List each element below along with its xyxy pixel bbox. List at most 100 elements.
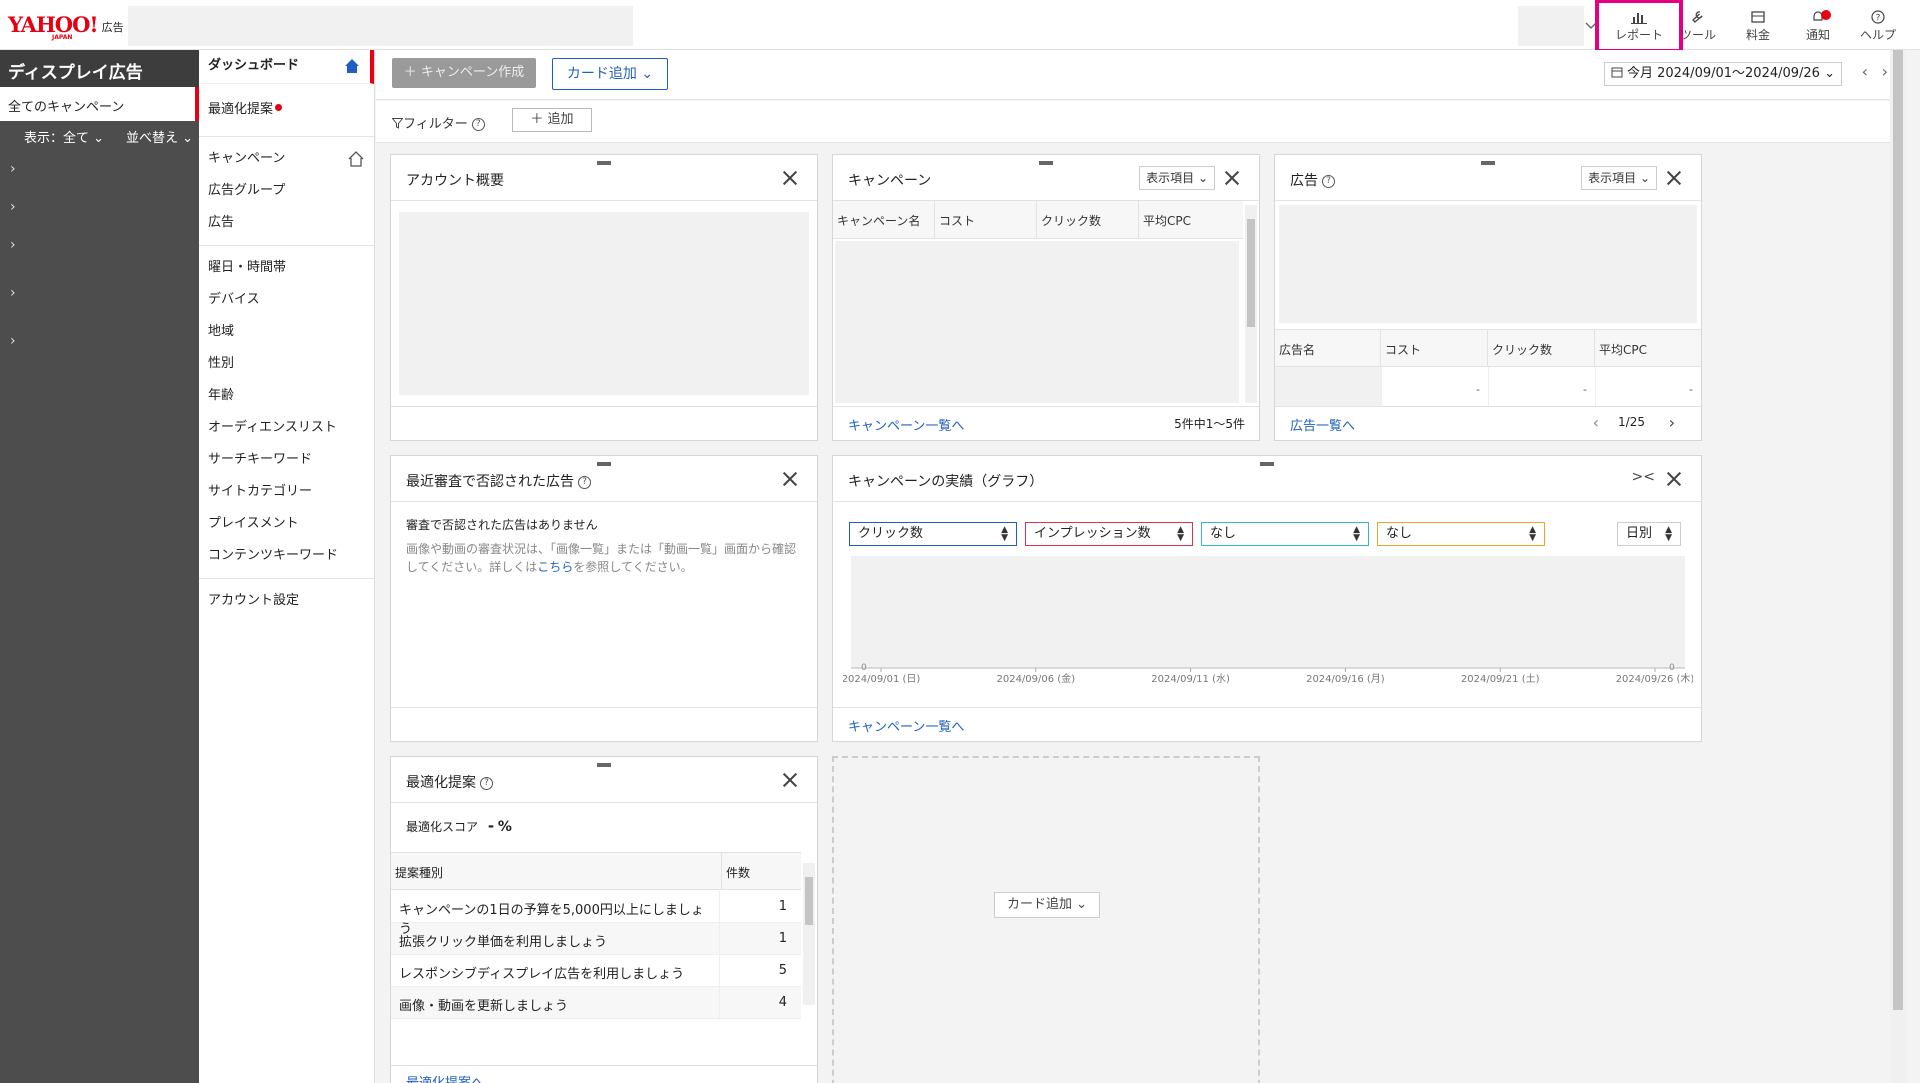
column-header[interactable]: クリック数 bbox=[1488, 330, 1595, 366]
help-icon[interactable]: ? bbox=[471, 118, 485, 131]
table-scrollbar[interactable] bbox=[1245, 205, 1257, 403]
nav-billing[interactable]: 料金 bbox=[1728, 8, 1788, 46]
optimization-link[interactable]: 最適化提案へ bbox=[406, 1072, 484, 1083]
prev-period-button[interactable]: ‹ bbox=[1862, 62, 1868, 81]
user-menu[interactable] bbox=[1518, 6, 1584, 46]
campaign-row[interactable]: › bbox=[0, 189, 199, 227]
campaign-list-link[interactable]: キャンペーン一覧へ bbox=[848, 716, 964, 735]
table-scrollbar[interactable] bbox=[803, 863, 815, 1005]
help-link[interactable]: こちら bbox=[537, 560, 573, 574]
nav-tools-label: ツール bbox=[1679, 28, 1716, 42]
column-header[interactable]: 平均CPC bbox=[1139, 201, 1243, 238]
interval-select[interactable]: 日別 ▲ ▼ bbox=[1617, 522, 1681, 546]
next-page-button[interactable]: › bbox=[1669, 413, 1675, 432]
suggestion-count: 1 bbox=[719, 891, 797, 922]
nav-notifications[interactable]: 通知 bbox=[1788, 8, 1848, 46]
subnav-region[interactable]: 地域 bbox=[199, 316, 374, 348]
suggestion-count: 1 bbox=[719, 923, 797, 954]
filter-toggle[interactable]: フィルター? bbox=[391, 113, 485, 132]
sort-dropdown[interactable]: 並べ替え ⌄ bbox=[126, 127, 193, 151]
account-selector[interactable] bbox=[128, 6, 633, 46]
subnav-adgroup[interactable]: 広告グループ bbox=[199, 175, 374, 207]
subnav-dayparting[interactable]: 曜日・時間帯 bbox=[199, 252, 374, 284]
subnav-account-settings[interactable]: アカウント設定 bbox=[199, 585, 374, 617]
x-axis-tick-label: 2024/09/21 (土) bbox=[1461, 672, 1540, 685]
subnav-campaign[interactable]: キャンペーン bbox=[199, 143, 374, 175]
sort-arrows-icon: ▲ ▼ bbox=[1177, 525, 1184, 543]
metric2-select[interactable]: インプレッション数 ▲ ▼ bbox=[1025, 522, 1193, 546]
subnav-optimization[interactable]: 最適化提案 bbox=[199, 94, 374, 126]
nav-help[interactable]: ? ヘルプ bbox=[1848, 8, 1908, 46]
view-filter-dropdown[interactable]: 表示：全て ⌄ bbox=[24, 127, 104, 151]
metric4-select[interactable]: なし ▲ ▼ bbox=[1377, 522, 1545, 546]
date-range-selector[interactable]: 今月 2024/09/01～2024/09/26 ⌄ bbox=[1603, 62, 1842, 86]
close-icon[interactable] bbox=[783, 773, 797, 787]
close-icon[interactable] bbox=[1667, 171, 1681, 185]
table-row[interactable]: キャンペーンの1日の予算を5,000円以上にしましょう 1 bbox=[391, 891, 801, 937]
subnav-dashboard[interactable]: ダッシュボード bbox=[199, 50, 374, 84]
subnav-site-category[interactable]: サイトカテゴリー bbox=[199, 476, 374, 508]
table-row[interactable]: 拡張クリック単価を利用しましょう 1 bbox=[391, 923, 801, 955]
filter-bar: フィルター? ＋ 追加 bbox=[376, 101, 1906, 143]
subnav-placement[interactable]: プレイスメント bbox=[199, 508, 374, 540]
campaign-row[interactable]: › bbox=[0, 227, 199, 275]
close-icon[interactable] bbox=[783, 472, 797, 486]
add-filter-button[interactable]: ＋ 追加 bbox=[512, 108, 592, 132]
account-summary-placeholder bbox=[399, 212, 809, 395]
close-icon[interactable] bbox=[1667, 472, 1681, 486]
help-icon[interactable]: ? bbox=[578, 475, 591, 489]
subnav-audience[interactable]: オーディエンスリスト bbox=[199, 412, 374, 444]
campaign-row[interactable]: › bbox=[0, 275, 199, 323]
column-header[interactable]: 広告名 bbox=[1275, 330, 1381, 366]
score-value: - bbox=[487, 817, 495, 835]
display-items-dropdown[interactable]: 表示項目 ⌄ bbox=[1139, 166, 1215, 190]
create-campaign-button[interactable]: ＋ キャンペーン作成 bbox=[392, 58, 536, 88]
column-header[interactable]: 平均CPC bbox=[1595, 330, 1701, 366]
display-items-dropdown[interactable]: 表示項目 ⌄ bbox=[1581, 166, 1657, 190]
subnav-device[interactable]: デバイス bbox=[199, 284, 374, 316]
add-card-dropdown[interactable]: カード追加 ⌄ bbox=[994, 892, 1100, 918]
close-icon[interactable] bbox=[1225, 171, 1239, 185]
table-row[interactable]: 画像・動画を更新しましょう 4 bbox=[391, 987, 801, 1019]
add-card-button[interactable]: カード追加 ⌄ bbox=[552, 58, 668, 90]
subnav-search-keyword[interactable]: サーチキーワード bbox=[199, 444, 374, 476]
page-scrollbar[interactable] bbox=[1890, 50, 1906, 1083]
filter-label: フィルター bbox=[403, 117, 468, 132]
no-rejected-ads-message: 審査で否認された広告はありません bbox=[406, 518, 598, 532]
metric1-select[interactable]: クリック数 ▲ ▼ bbox=[849, 522, 1017, 546]
subnav-gender[interactable]: 性別 bbox=[199, 348, 374, 380]
subnav-age[interactable]: 年齢 bbox=[199, 380, 374, 412]
table-row[interactable]: レスポンシブディスプレイ広告を利用しましょう 5 bbox=[391, 955, 801, 987]
subnav-optimization-label: 最適化提案 bbox=[208, 102, 274, 117]
subnav-ads[interactable]: 広告 bbox=[199, 207, 374, 239]
prev-page-button[interactable]: ‹ bbox=[1593, 413, 1599, 432]
card-title: キャンペーン bbox=[848, 173, 932, 189]
column-header[interactable]: クリック数 bbox=[1037, 201, 1139, 238]
next-period-button[interactable]: › bbox=[1882, 62, 1888, 81]
table-row: - - - bbox=[1275, 367, 1701, 407]
close-icon[interactable] bbox=[783, 171, 797, 185]
rejected-ads-card: 最近審査で否認された広告? 審査で否認された広告はありません 画像や動画の審査状… bbox=[390, 455, 818, 742]
all-campaigns-item[interactable]: 全てのキャンペーン bbox=[0, 87, 199, 121]
column-header[interactable]: コスト bbox=[935, 201, 1037, 238]
expand-icon[interactable]: >< bbox=[1632, 469, 1655, 485]
column-header[interactable]: キャンペーン名 bbox=[833, 201, 935, 238]
campaign-list-link[interactable]: キャンペーン一覧へ bbox=[848, 415, 964, 434]
ad-name-cell bbox=[1275, 367, 1381, 407]
logo-japan: JAPAN bbox=[52, 34, 73, 41]
help-icon[interactable]: ? bbox=[1322, 174, 1335, 188]
nav-tools[interactable]: ツール bbox=[1668, 8, 1728, 46]
metric4-label: なし bbox=[1386, 526, 1413, 541]
campaign-count: 5件中1～5件 bbox=[1174, 417, 1245, 431]
chevron-down-icon[interactable] bbox=[1584, 18, 1598, 32]
metric3-select[interactable]: なし ▲ ▼ bbox=[1201, 522, 1369, 546]
ads-table-header: 広告名 コスト クリック数 平均CPC bbox=[1275, 329, 1701, 367]
campaign-row[interactable]: › bbox=[0, 151, 199, 189]
subnav-content-keyword[interactable]: コンテンツキーワード bbox=[199, 540, 374, 572]
column-header[interactable]: コスト bbox=[1381, 330, 1488, 366]
help-circle-icon: ? bbox=[1871, 10, 1885, 24]
help-icon[interactable]: ? bbox=[480, 776, 493, 790]
ads-list-link[interactable]: 広告一覧へ bbox=[1290, 415, 1355, 434]
yahoo-ads-logo[interactable]: YAHOO! JAPAN 広告 bbox=[8, 14, 124, 41]
campaign-row[interactable]: › bbox=[0, 323, 199, 361]
